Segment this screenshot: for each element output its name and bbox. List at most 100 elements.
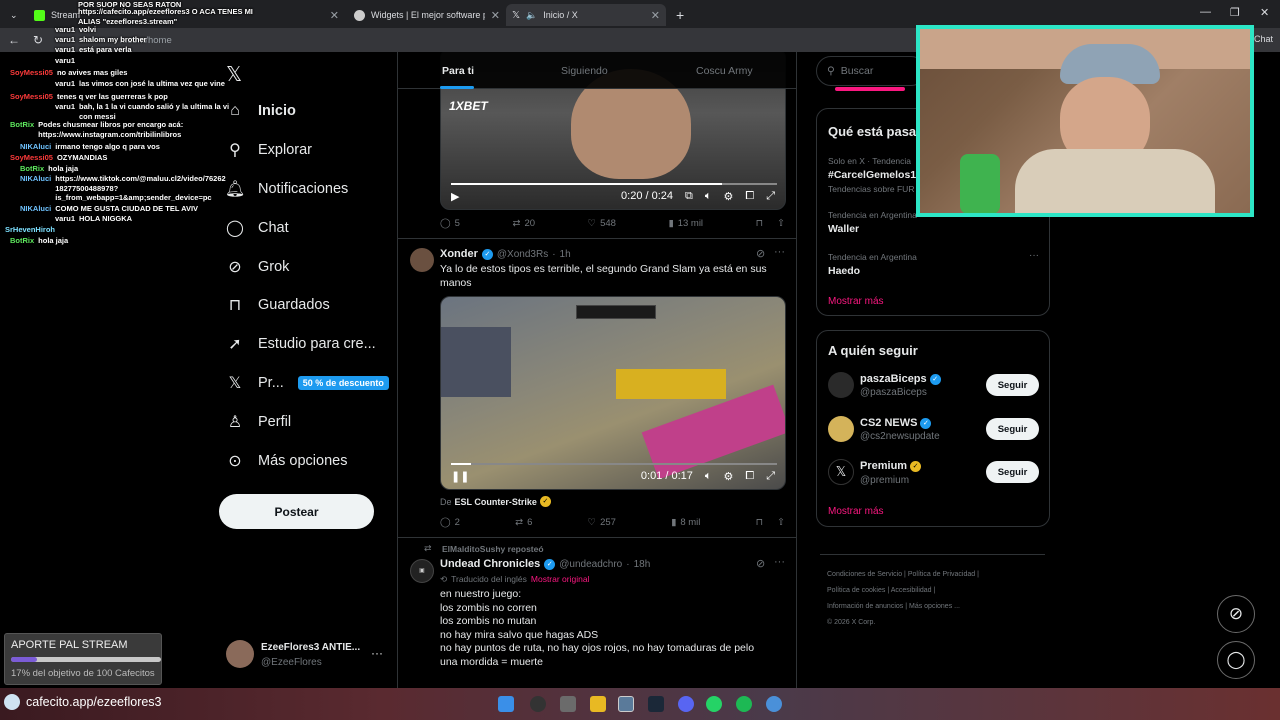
chat-username[interactable]: BotRix (10, 236, 34, 245)
author-handle[interactable]: @undeadchro (559, 559, 622, 570)
task-view-icon[interactable] (560, 696, 576, 712)
follow-button[interactable]: Seguir (986, 374, 1039, 396)
show-more-link[interactable]: Mostrar más (828, 506, 884, 517)
reply-button[interactable]: ◯ 5 (440, 218, 460, 229)
avatar[interactable] (226, 640, 254, 668)
pip-icon[interactable]: ⧠ (745, 190, 754, 203)
grok-icon[interactable]: ⊘ (756, 557, 765, 570)
nav-grok[interactable]: ⊘ Grok (226, 258, 289, 276)
more-icon[interactable]: ··· (1029, 250, 1039, 261)
tab-siguiendo[interactable]: Siguiendo (561, 65, 608, 77)
discord-icon[interactable] (678, 696, 694, 712)
chat-username[interactable]: SrHevenHiroh (5, 225, 55, 234)
messages-fab[interactable]: ◯ (1217, 641, 1255, 679)
settings-icon[interactable]: ⚙ (724, 190, 734, 203)
close-icon[interactable]: ✕ (651, 9, 660, 22)
tab-widgets[interactable]: Widgets | El mejor software para p ✕ (348, 4, 506, 26)
avatar[interactable] (828, 416, 854, 442)
trend-item[interactable]: Waller (828, 223, 859, 235)
pip-icon[interactable]: ⧠ (745, 470, 754, 483)
chat-username[interactable]: NIKAluci (20, 174, 51, 183)
account-name[interactable]: EzeeFlores3 ANTIE... (261, 642, 360, 653)
chat-username[interactable]: BotRix (20, 164, 44, 173)
volume-icon[interactable]: 🔈︎ (705, 190, 712, 203)
show-more-link[interactable]: Mostrar más (828, 296, 884, 307)
tab-coscu-army[interactable]: Coscu Army (696, 65, 753, 77)
chat-username[interactable]: varu1 (55, 79, 75, 88)
like-button[interactable]: ♡ 548 (588, 218, 616, 229)
bookmark-button[interactable]: ⊓ ⇧ (756, 218, 785, 229)
chat-username[interactable]: SoyMessi05 (10, 153, 53, 162)
more-icon[interactable]: ··· (774, 556, 785, 568)
new-tab-button[interactable]: + (670, 4, 688, 26)
chat-username[interactable]: varu1 (55, 45, 75, 54)
chat-username[interactable]: varu1 (55, 102, 75, 111)
avatar[interactable]: ▣ (410, 559, 434, 583)
post-button[interactable]: Postear (219, 494, 374, 529)
author-handle[interactable]: @Xond3Rs (497, 249, 548, 260)
trend-item[interactable]: Haedo (828, 265, 860, 277)
tweet-time[interactable]: 18h (634, 559, 651, 570)
trend-item[interactable]: #CarcelGemelos1 (828, 169, 916, 181)
app-icon[interactable] (618, 696, 634, 712)
bookmark-button[interactable]: ⊓ ⇧ (756, 517, 785, 528)
reply-button[interactable]: ◯ 2 (440, 517, 460, 528)
chat-username[interactable]: NIKAluci (20, 204, 51, 213)
chat-username[interactable]: SoyMessi05 (10, 68, 53, 77)
search-icon[interactable] (530, 696, 546, 712)
tweet-time[interactable]: 1h (560, 249, 571, 260)
reposted-by[interactable]: ElMalditoSushy reposteó (442, 544, 544, 554)
avatar[interactable] (828, 372, 854, 398)
chat-username[interactable]: varu1 (55, 214, 75, 223)
chat-username[interactable]: varu1 (55, 35, 75, 44)
chat-username[interactable]: SoyMessi05 (10, 92, 53, 101)
whatsapp-icon[interactable] (706, 696, 722, 712)
subscribe-button-edge[interactable] (835, 87, 905, 91)
fullscreen-icon[interactable]: ⤢ (766, 190, 775, 203)
author-name[interactable]: Xonder (440, 248, 478, 260)
chat-username[interactable]: BotRix (10, 120, 34, 129)
pause-icon[interactable]: ❚❚ (451, 470, 469, 483)
play-icon[interactable]: ▶ (451, 190, 459, 203)
nav-estudio[interactable]: ➚ Estudio para cre... (226, 335, 375, 353)
share-icon[interactable]: ⇧ (777, 517, 785, 528)
spotify-icon[interactable] (736, 696, 752, 712)
chat-username[interactable]: varu1 (55, 25, 75, 34)
avatar[interactable] (410, 248, 434, 272)
settings-icon[interactable]: ⚙ (724, 470, 734, 483)
nav-premium[interactable]: 𝕏 Pr... 50 % de descuento (226, 374, 389, 392)
close-icon[interactable]: ✕ (330, 9, 339, 22)
nav-perfil[interactable]: ♙ Perfil (226, 413, 291, 431)
captions-icon[interactable]: ⧉ (685, 190, 693, 203)
chat-username[interactable]: varu1 (55, 56, 75, 65)
search-input[interactable]: ⚲ Buscar (816, 56, 926, 86)
nav-mas-opciones[interactable]: ⊙ Más opciones (226, 452, 347, 470)
folder-icon[interactable] (590, 696, 606, 712)
nav-guardados[interactable]: ⊓ Guardados (226, 296, 330, 314)
close-window-icon[interactable]: ✕ (1260, 6, 1269, 19)
views-button[interactable]: ▮ 13 mil (668, 218, 703, 229)
follow-button[interactable]: Seguir (986, 418, 1039, 440)
follow-button[interactable]: Seguir (986, 461, 1039, 483)
close-icon[interactable]: ✕ (491, 9, 500, 22)
video-player[interactable]: ❚❚ 0:01 / 0:17 🔈︎ ⚙ ⧠ ⤢ (440, 296, 786, 490)
share-icon[interactable]: ⇧ (777, 218, 785, 229)
more-icon[interactable]: ··· (371, 646, 383, 660)
volume-icon[interactable]: 🔈︎ (705, 470, 712, 483)
tab-inicio-x[interactable]: 𝕏 🔈 Inicio / X ✕ (506, 4, 666, 26)
repost-button[interactable]: ⇄ 6 (515, 517, 532, 528)
chat-button[interactable]: Chat (1254, 34, 1273, 44)
tab-para-ti[interactable]: Para ti (442, 65, 474, 77)
maximize-icon[interactable]: ❐ (1230, 6, 1240, 19)
windows-start-icon[interactable] (498, 696, 514, 712)
more-icon[interactable]: ··· (774, 246, 785, 258)
chat-username[interactable]: NIKAluci (20, 142, 51, 151)
show-original-link[interactable]: Mostrar original (531, 574, 590, 585)
author-name[interactable]: Undead Chronicles (440, 558, 540, 570)
fullscreen-icon[interactable]: ⤢ (766, 470, 775, 483)
grok-icon[interactable]: ⊘ (756, 247, 765, 260)
views-button[interactable]: ▮ 8 mil (671, 517, 700, 528)
app-icon[interactable] (766, 696, 782, 712)
grok-fab[interactable]: ⊘ (1217, 595, 1255, 633)
steam-icon[interactable] (648, 696, 664, 712)
